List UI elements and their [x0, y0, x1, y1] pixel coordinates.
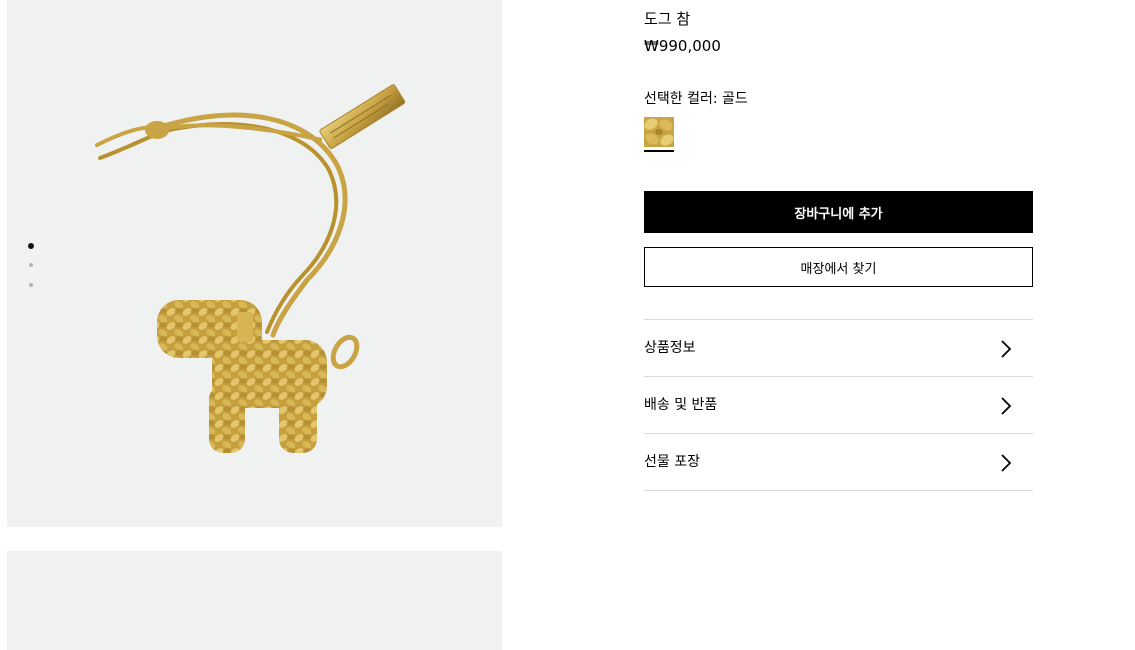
product-details-accordion: 상품정보 배송 및 반품 선물 포장: [644, 319, 1033, 491]
accordion-item-shipping-returns[interactable]: 배송 및 반품: [644, 376, 1033, 433]
accordion-item-gift-wrap[interactable]: 선물 포장: [644, 433, 1033, 491]
gallery-dot[interactable]: [29, 283, 33, 287]
product-page: 도그 참 ₩990,000 선택한 컬러: 골드 장바구니에 추가 매장에서 찾…: [0, 0, 1135, 650]
gallery-dot[interactable]: [29, 263, 33, 267]
product-image-secondary[interactable]: [7, 551, 502, 650]
accordion-item-product-info[interactable]: 상품정보: [644, 319, 1033, 376]
accordion-label: 선물 포장: [644, 454, 700, 470]
product-title: 도그 참: [644, 10, 691, 28]
gallery-dot-active[interactable]: [28, 243, 34, 249]
add-to-cart-button[interactable]: 장바구니에 추가: [644, 191, 1033, 233]
product-price: ₩990,000: [644, 37, 721, 55]
gallery-pagination[interactable]: [27, 243, 35, 303]
find-in-store-button[interactable]: 매장에서 찾기: [644, 247, 1033, 287]
accordion-label: 배송 및 반품: [644, 397, 718, 413]
chevron-right-icon: [1001, 454, 1012, 472]
color-swatch-gold[interactable]: [644, 117, 674, 147]
selected-color-label: 선택한 컬러: 골드: [644, 91, 748, 107]
accordion-label: 상품정보: [644, 340, 696, 356]
dog-charm-image: [95, 84, 406, 453]
chevron-right-icon: [1001, 340, 1012, 358]
product-image-main[interactable]: [7, 0, 502, 527]
chevron-right-icon: [1001, 397, 1012, 415]
swatch-selected-indicator: [644, 150, 674, 152]
